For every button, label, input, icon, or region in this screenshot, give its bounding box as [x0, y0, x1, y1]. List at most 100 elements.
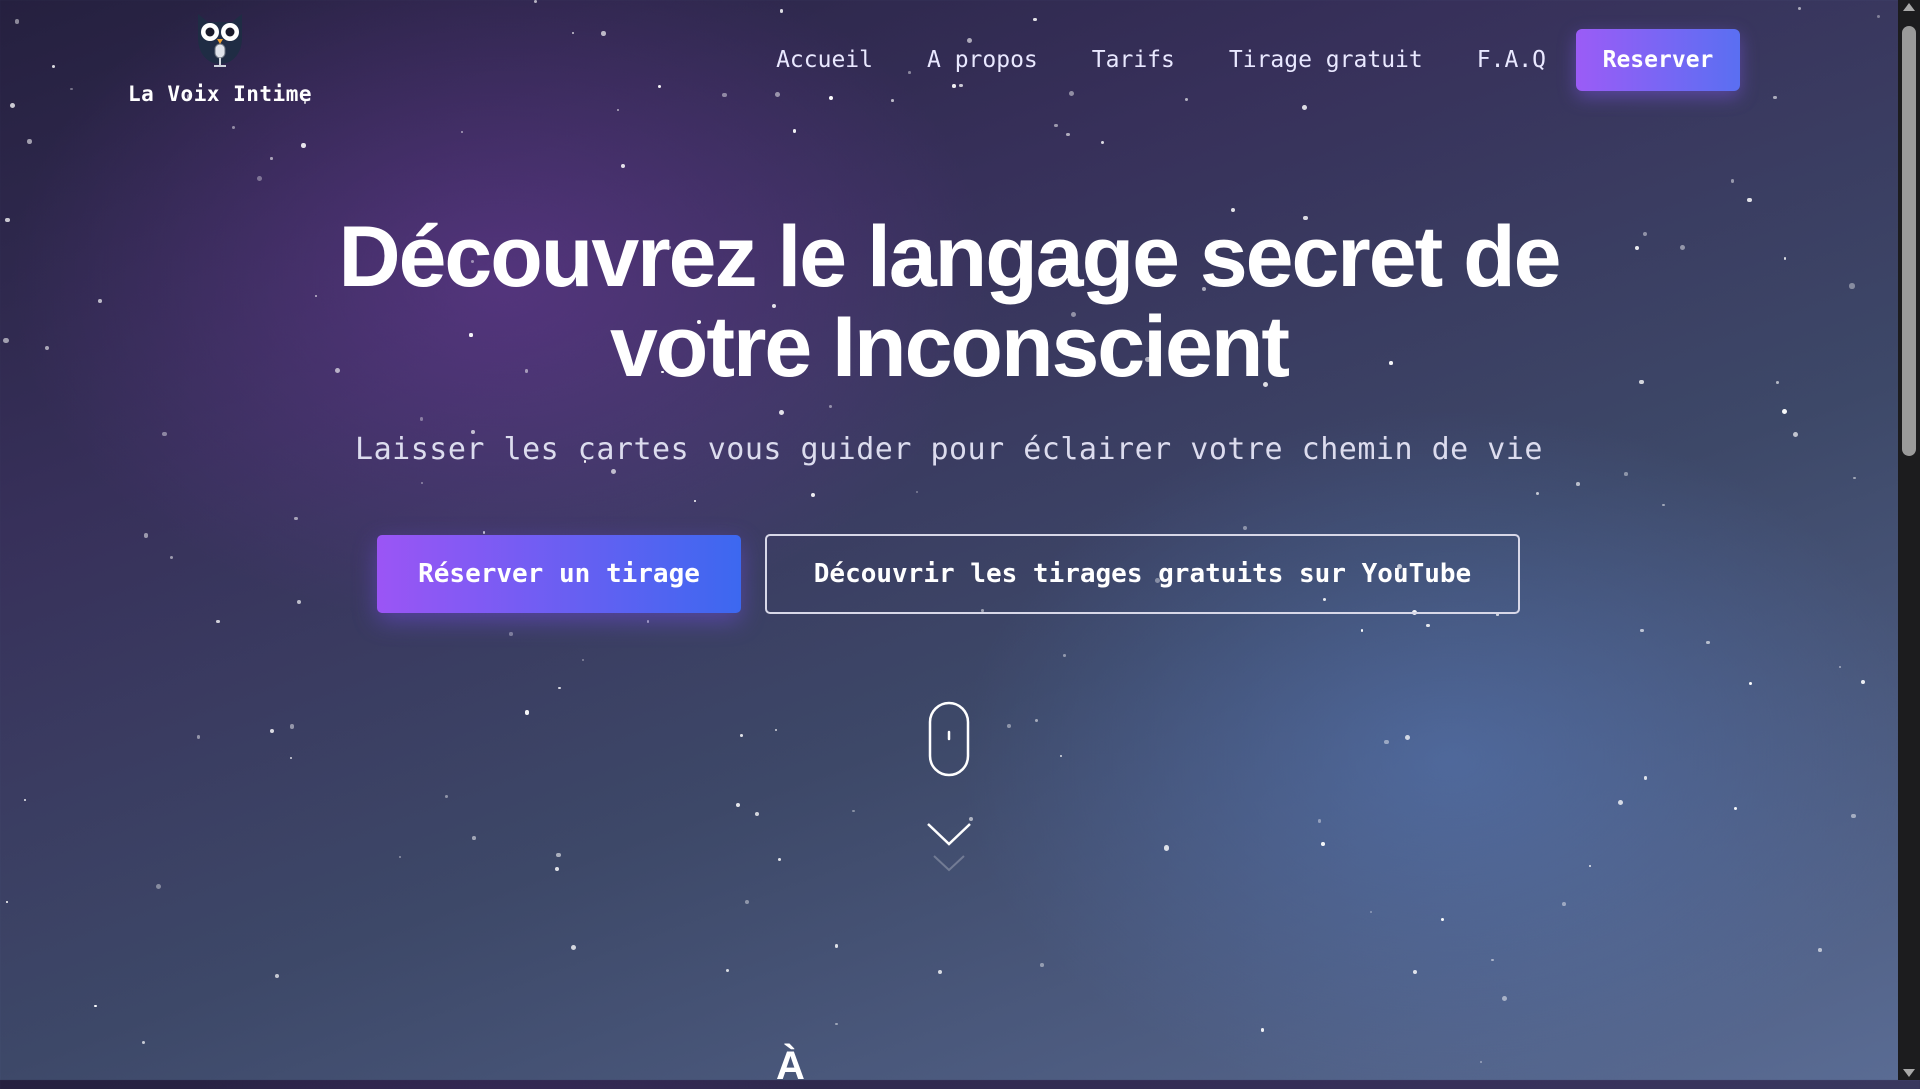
star-dot	[735, 803, 741, 808]
star-dot	[1034, 718, 1039, 723]
star-dot	[1413, 969, 1418, 974]
star-dot	[852, 810, 855, 813]
star-dot	[745, 899, 750, 905]
star-dot	[1384, 739, 1390, 745]
star-dot	[1260, 1028, 1265, 1032]
star-dot	[301, 142, 306, 148]
star-dot	[256, 176, 262, 181]
star-dot	[1730, 179, 1735, 183]
star-dot	[444, 795, 448, 798]
reserver-button[interactable]: Reserver	[1576, 29, 1740, 91]
nav-link-accueil[interactable]: Accueil	[776, 29, 873, 91]
star-dot	[27, 139, 32, 144]
star-dot	[777, 857, 782, 862]
star-dot	[1643, 776, 1648, 780]
nav-link-tarifs[interactable]: Tarifs	[1092, 29, 1175, 91]
star-dot	[1100, 141, 1104, 145]
star-dot	[294, 516, 298, 521]
star-dot	[1662, 503, 1665, 507]
star-dot	[1839, 666, 1842, 669]
star-dot	[1040, 963, 1044, 967]
star-dot	[1321, 842, 1325, 847]
scroll-up-arrow-icon[interactable]	[1903, 3, 1915, 11]
star-dot	[739, 733, 743, 737]
nav-link-a-propos[interactable]: A propos	[927, 29, 1038, 91]
star-dot	[289, 724, 295, 729]
star-dot	[216, 619, 220, 624]
star-dot	[555, 866, 560, 871]
hero-title-line-2: votre Inconscient	[609, 299, 1290, 395]
star-dot	[835, 1022, 838, 1026]
star-dot	[155, 883, 162, 890]
star-dot	[582, 658, 585, 661]
star-dot	[1242, 525, 1247, 530]
nav-link-tirage-gratuit[interactable]: Tirage gratuit	[1229, 29, 1423, 91]
brand-logo-link[interactable]: La Voix Intime	[120, 8, 320, 106]
star-dot	[399, 855, 402, 859]
star-dot	[811, 492, 816, 497]
star-dot	[1404, 734, 1410, 740]
star-dot	[646, 620, 649, 623]
star-dot	[610, 468, 617, 475]
star-dot	[1164, 845, 1170, 851]
star-dot	[915, 490, 918, 493]
star-dot	[509, 632, 513, 636]
site-header: La Voix Intime Accueil A propos Tarifs T…	[0, 0, 1898, 130]
star-dot	[1617, 799, 1623, 805]
star-dot	[270, 157, 273, 160]
star-dot	[1369, 910, 1372, 914]
star-dot	[828, 404, 833, 409]
star-dot	[1480, 1060, 1483, 1063]
star-dot	[1006, 724, 1011, 728]
brand-name: La Voix Intime	[127, 82, 312, 106]
scroll-down-arrow-icon[interactable]	[1903, 1069, 1915, 1077]
star-dot	[1782, 409, 1788, 415]
star-dot	[420, 481, 424, 485]
star-dot	[775, 728, 778, 731]
chevron-down-icon[interactable]	[926, 820, 972, 876]
star-dot	[693, 499, 696, 502]
star-dot	[1706, 641, 1710, 645]
hero-title: Découvrez le langage secret de votre Inc…	[150, 212, 1748, 392]
hero-subtitle: Laisser les cartes vous guider pour écla…	[355, 432, 1543, 467]
star-dot	[1361, 629, 1364, 632]
star-dot	[269, 729, 274, 734]
star-dot	[1861, 679, 1865, 684]
star-dot	[1576, 482, 1580, 486]
star-dot	[1535, 492, 1539, 496]
star-dot	[1818, 947, 1822, 952]
star-dot	[461, 130, 464, 133]
star-dot	[726, 969, 730, 973]
star-dot	[143, 533, 149, 538]
star-dot	[1639, 628, 1644, 633]
star-dot	[1747, 197, 1752, 202]
reserver-tirage-button[interactable]: Réserver un tirage	[377, 535, 741, 613]
nav-link-faq[interactable]: F.A.Q	[1477, 29, 1546, 91]
star-dot	[1783, 256, 1787, 260]
star-dot	[556, 852, 561, 858]
star-dot	[170, 555, 174, 560]
star-dot	[290, 756, 293, 759]
star-dot	[1063, 653, 1067, 657]
star-dot	[94, 1004, 97, 1008]
star-dot	[1776, 381, 1780, 385]
next-section-heading-peek: À	[776, 1044, 805, 1088]
page-scrollbar[interactable]	[1898, 0, 1920, 1080]
star-dot	[1491, 958, 1494, 962]
star-dot	[296, 599, 302, 604]
star-dot	[1561, 902, 1566, 907]
star-dot	[1748, 681, 1752, 685]
youtube-tirages-button[interactable]: Découvrir les tirages gratuits sur YouTu…	[765, 534, 1520, 614]
hero-title-line-1: Découvrez le langage secret de	[338, 209, 1561, 305]
star-dot	[778, 410, 784, 416]
scrollbar-thumb[interactable]	[1902, 26, 1916, 456]
mouse-scroll-icon[interactable]	[928, 701, 970, 777]
star-dot	[524, 710, 530, 716]
star-dot	[1501, 995, 1507, 1002]
star-dot	[196, 735, 201, 739]
owl-microphone-icon	[198, 14, 242, 67]
star-dot	[1059, 755, 1062, 758]
star-dot	[1850, 813, 1856, 819]
star-dot	[141, 1040, 146, 1045]
star-dot	[1734, 806, 1738, 810]
